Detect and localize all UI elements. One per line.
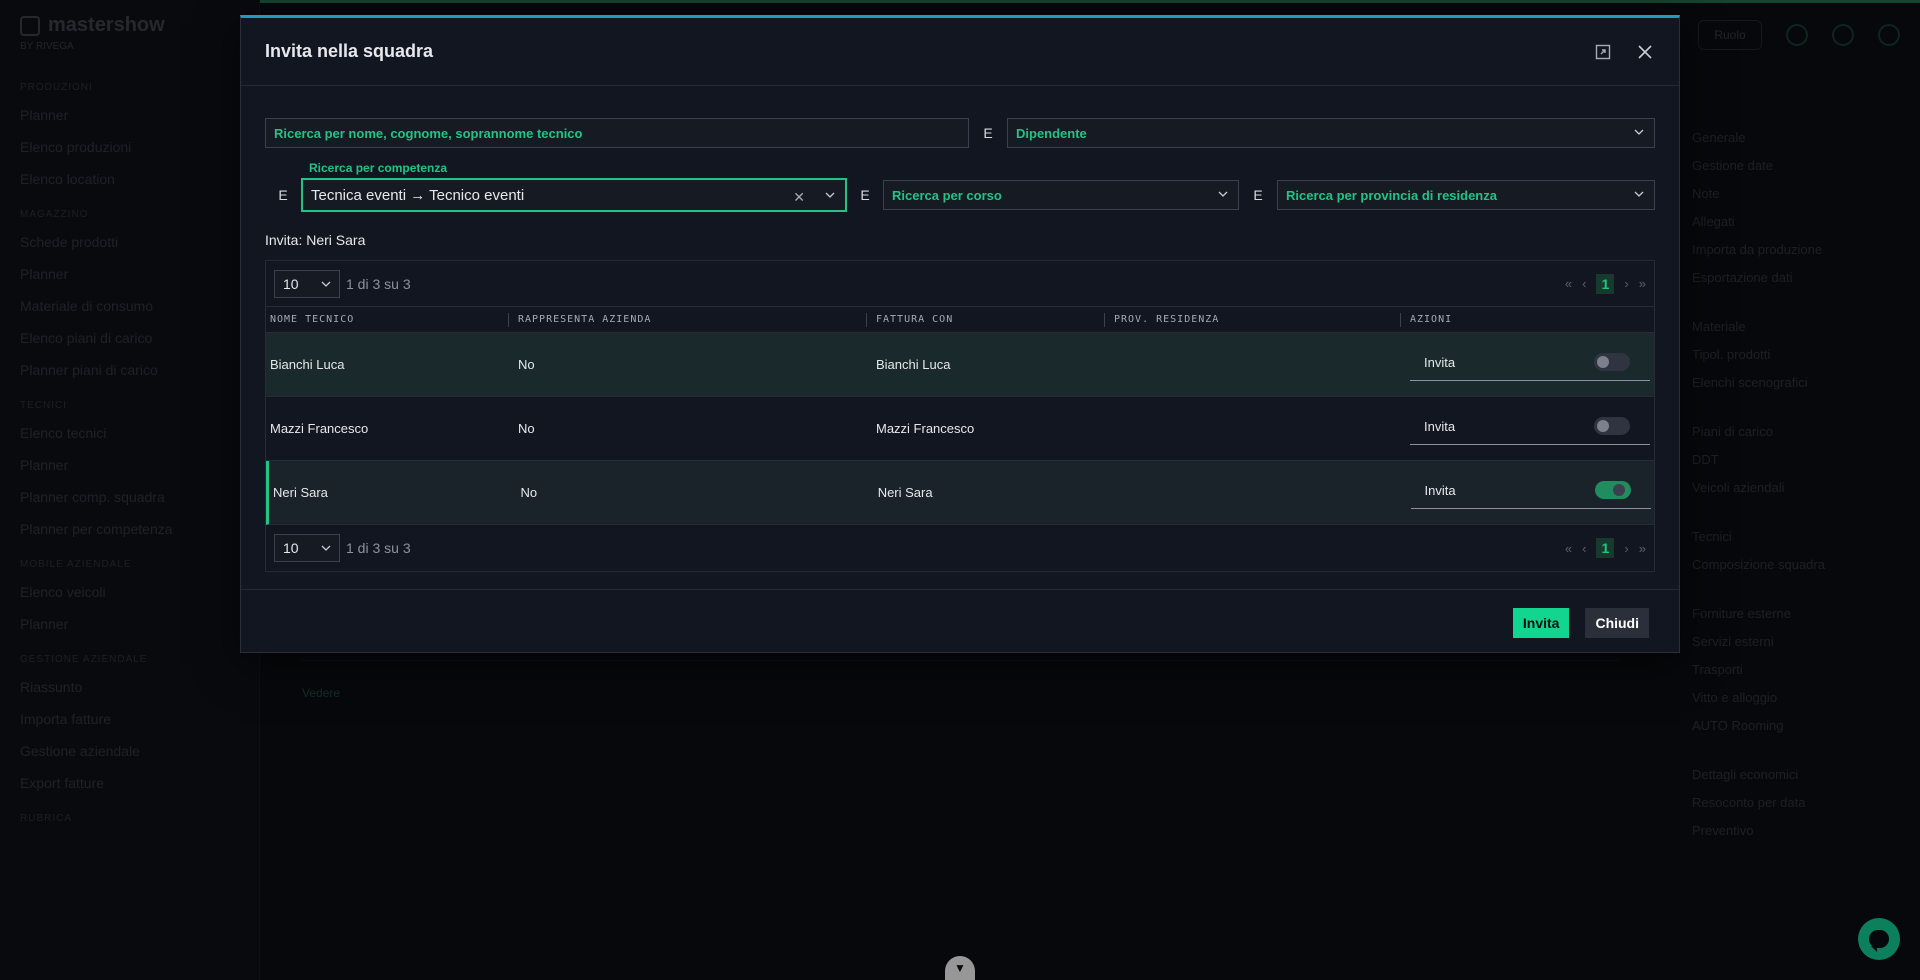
technicians-table: 10 1 di 3 su 3 « ‹ 1 › » Nome tecnico Ra… [265,260,1655,572]
last-page-icon[interactable]: » [1639,541,1646,556]
invite-toggle-label: Invita [1424,354,1456,370]
page-size-value: 10 [283,540,299,556]
table-header: Nome tecnico Rappresenta azienda Fattura… [266,307,1654,333]
invite-button[interactable]: Invita [1512,608,1570,638]
col-fattura-con[interactable]: Fattura con [866,307,1110,333]
filter-row-2: Ricerca per competenza E Tecnica eventi … [265,161,1655,212]
modal-footer: Invita Chiudi [241,590,1679,656]
pager-nav: « ‹ 1 › » [1565,538,1646,558]
corso-select[interactable]: Ricerca per corso [883,180,1239,210]
last-page-icon[interactable]: » [1639,276,1646,291]
dipendente-label: Dipendente [1016,125,1087,141]
invite-toggle-field[interactable]: Invita [1410,409,1650,445]
invite-toggle-field[interactable]: Invita [1410,345,1650,381]
pager-top: 10 1 di 3 su 3 « ‹ 1 › » [266,261,1654,307]
invite-team-modal: Invita nella squadra Ricerca per nome, c… [240,15,1680,653]
modal-title: Invita nella squadra [265,41,434,61]
invite-toggle[interactable] [1594,481,1631,499]
chevron-down-icon [1634,191,1644,197]
cell-nome-tecnico: Mazzi Francesco [270,421,369,436]
modal-header: Invita nella squadra [241,18,1679,86]
cell-fattura-con: Mazzi Francesco [876,421,975,436]
expand-icon[interactable] [1593,42,1613,62]
provincia-label: Ricerca per provincia di residenza [1286,187,1497,203]
cell-azioni: Invita [1406,413,1654,445]
toggle-knob [1597,356,1609,368]
competenza-label: Ricerca per competenza [309,161,448,175]
header-actions [1593,42,1655,62]
modal-body: Ricerca per nome, cognome, soprannome te… [241,86,1679,590]
cell-nome-tecnico: Neri Sara [273,485,328,500]
page-number[interactable]: 1 [1596,273,1615,294]
cell-azioni: Invita [1406,349,1654,381]
cell-rappresenta-azienda: No [518,421,535,436]
table-row[interactable]: Mazzi Francesco No Mazzi Francesco Invita [266,397,1654,461]
invite-toggle[interactable] [1594,353,1630,371]
chevron-down-icon [1218,191,1228,197]
cell-rappresenta-azienda: No [520,485,538,500]
competenza-select[interactable]: Tecnica eventi → Tecnico eventi ✕ [301,178,847,212]
provincia-select[interactable]: Ricerca per provincia di residenza [1277,180,1655,210]
search-input[interactable]: Ricerca per nome, cognome, soprannome te… [265,118,969,148]
table-body: Bianchi Luca No Bianchi Luca Invita Mazzi Fr… [266,333,1654,525]
invite-toggle[interactable] [1594,417,1630,435]
chevron-down-icon [1634,129,1644,135]
page-size-value: 10 [283,275,299,292]
cell-fattura-con: Bianchi Luca [876,357,951,372]
pager-left: 10 1 di 3 su 3 [274,269,411,298]
pager-info: 1 di 3 su 3 [346,275,411,292]
filter-row-1: Ricerca per nome, cognome, soprannome te… [265,118,1655,148]
close-icon[interactable] [1635,42,1655,62]
cell-azioni: Invita [1407,477,1654,509]
chevron-down-icon [321,281,331,287]
pager-left: 10 1 di 3 su 3 [274,534,411,562]
next-page-icon[interactable]: › [1624,541,1628,556]
toggle-knob [1612,484,1625,496]
cell-nome-tecnico: Bianchi Luca [270,357,345,372]
pager-info: 1 di 3 su 3 [346,540,411,556]
dipendente-select[interactable]: Dipendente [1007,118,1655,148]
col-prov-residenza[interactable]: Prov. residenza [1104,307,1406,333]
prev-page-icon[interactable]: ‹ [1582,276,1586,291]
toggle-knob [1597,420,1609,432]
col-nome-tecnico[interactable]: Nome tecnico [266,307,514,333]
page-size-select[interactable]: 10 [274,269,340,298]
chevron-down-icon [321,545,331,551]
chevron-down-icon[interactable] [825,190,835,200]
invite-toggle-field[interactable]: Invita [1410,473,1651,509]
page-number[interactable]: 1 [1596,538,1615,558]
clear-icon[interactable]: ✕ [793,189,805,206]
corso-label: Ricerca per corso [892,187,1002,203]
invite-toggle-label: Invita [1424,418,1456,434]
search-placeholder: Ricerca per nome, cognome, soprannome te… [274,125,583,141]
prev-page-icon[interactable]: ‹ [1582,541,1586,556]
and-separator: E [860,187,870,203]
col-azioni: Azioni [1400,307,1654,333]
table-row[interactable]: Neri Sara No Neri Sara Invita [266,461,1654,525]
col-rappresenta-azienda[interactable]: Rappresenta azienda [508,307,872,333]
invite-toggle-label: Invita [1424,482,1456,498]
and-separator: E [278,187,288,203]
table-row[interactable]: Bianchi Luca No Bianchi Luca Invita [266,333,1654,397]
pager-nav: « ‹ 1 › » [1565,273,1646,294]
cell-rappresenta-azienda: No [518,357,535,372]
next-page-icon[interactable]: › [1624,276,1628,291]
first-page-icon[interactable]: « [1565,541,1572,556]
first-page-icon[interactable]: « [1565,276,1572,291]
invite-summary: Invita: Neri Sara [265,232,366,248]
pager-bottom: 10 1 di 3 su 3 « ‹ 1 › » [266,525,1654,571]
close-button[interactable]: Chiudi [1585,608,1649,638]
competenza-value: Tecnica eventi → Tecnico eventi [311,186,525,204]
cell-fattura-con: Neri Sara [877,485,933,500]
and-separator: E [1253,187,1263,203]
and-separator: E [983,125,993,141]
page-size-select[interactable]: 10 [274,534,340,562]
